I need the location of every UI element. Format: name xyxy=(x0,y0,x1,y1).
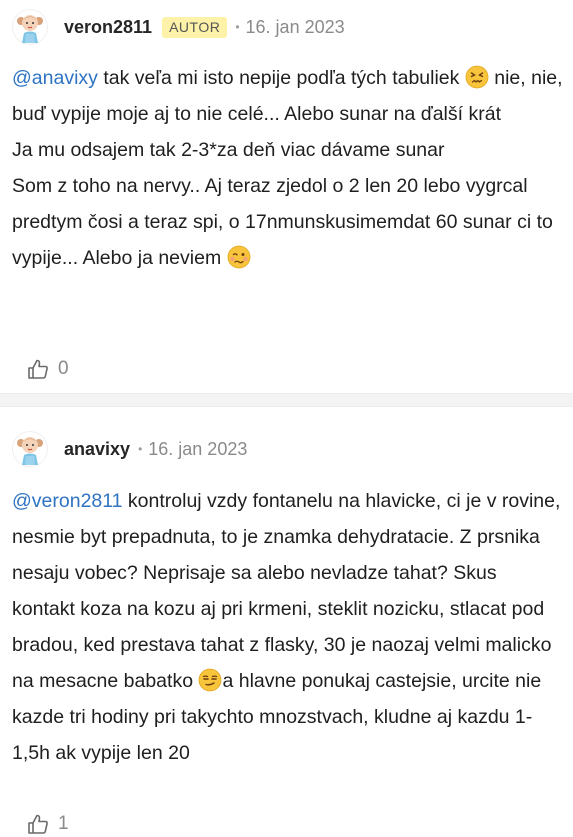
like-count: 1 xyxy=(58,813,69,834)
comment-text: tak veľa mi isto nepije podľa tých tabul… xyxy=(97,67,465,89)
like-button[interactable]: 1 xyxy=(26,812,69,836)
woozy-face-emoji-icon xyxy=(227,245,251,269)
comment-body: @veron2811 kontroluj vzdy fontanelu na h… xyxy=(12,483,564,771)
confounded-face-emoji-icon xyxy=(465,65,489,89)
comment-body: @anavixy tak veľa mi isto nepije podľa t… xyxy=(12,60,564,276)
meta-separator: • xyxy=(235,20,240,34)
mention-link[interactable]: @veron2811 xyxy=(12,490,123,512)
avatar[interactable] xyxy=(12,431,48,467)
comment-card: veron2811 AUTOR • 16. jan 2023 @anavixy … xyxy=(0,0,573,393)
comment-date: 16. jan 2023 xyxy=(245,16,345,37)
meta-separator: • xyxy=(138,442,143,456)
mention-link[interactable]: @anavixy xyxy=(12,67,98,89)
thumbs-up-icon xyxy=(26,357,50,381)
username[interactable]: veron2811 xyxy=(64,17,152,38)
comment-divider xyxy=(0,393,573,407)
comment-card: anavixy • 16. jan 2023 @veron2811 kontro… xyxy=(0,407,573,837)
like-count: 0 xyxy=(58,358,69,379)
avatar-girl-icon xyxy=(12,9,48,45)
comment-text: Som z toho na nervy.. Aj teraz zjedol o … xyxy=(12,175,553,269)
like-button[interactable]: 0 xyxy=(26,357,69,381)
username[interactable]: anavixy xyxy=(64,439,130,460)
comment-text: kontroluj vzdy fontanelu na hlavicke, ci… xyxy=(12,490,561,692)
thumbs-up-icon xyxy=(26,812,50,836)
author-badge: AUTOR xyxy=(162,16,228,38)
avatar-girl-icon xyxy=(12,431,48,467)
comment-text: Ja mu odsajem tak 2-3*za deň viac dávame… xyxy=(12,139,445,161)
comment-date: 16. jan 2023 xyxy=(148,438,248,459)
comment-header: anavixy • 16. jan 2023 xyxy=(12,431,247,467)
avatar[interactable] xyxy=(12,9,48,45)
smirking-face-emoji-icon xyxy=(198,668,222,692)
comment-header: veron2811 AUTOR • 16. jan 2023 xyxy=(12,9,345,45)
